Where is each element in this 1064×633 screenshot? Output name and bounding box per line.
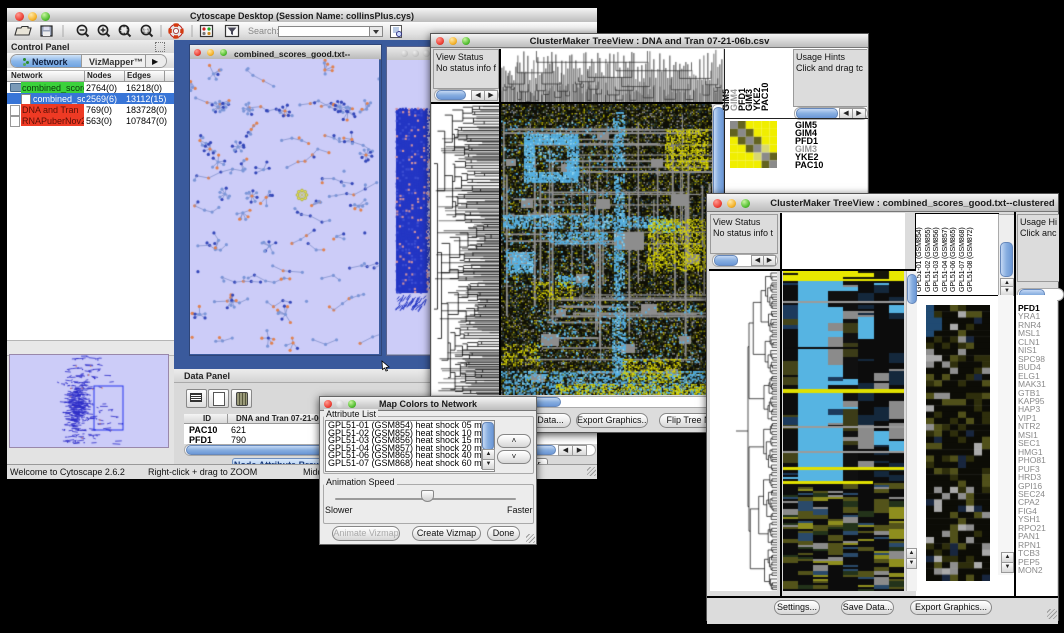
svg-text:1:1: 1:1 <box>143 29 150 35</box>
svg-text:Search:: Search: <box>248 26 279 36</box>
